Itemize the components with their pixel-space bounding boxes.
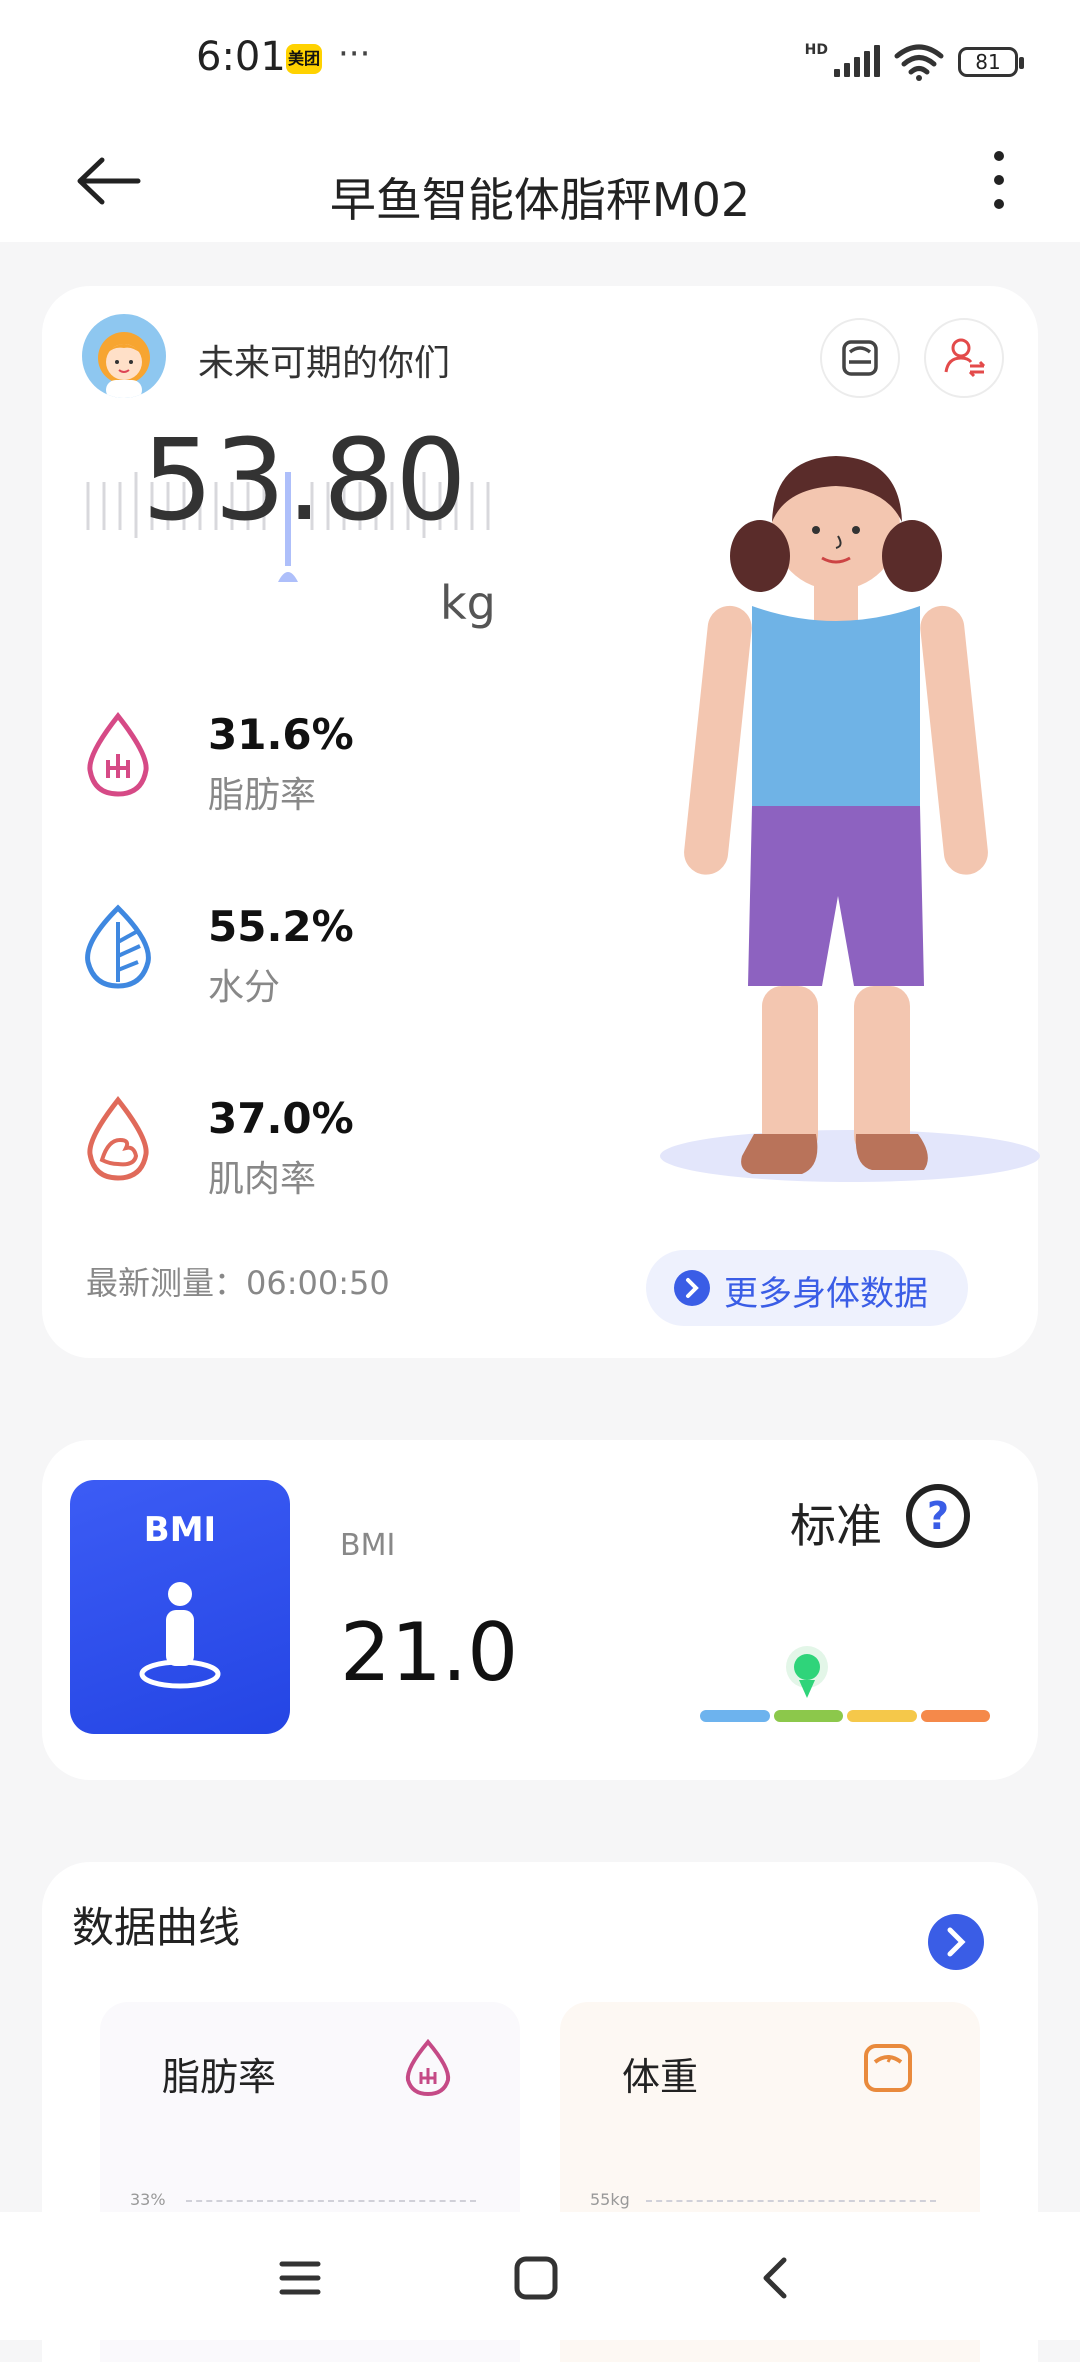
scale-icon: [864, 2044, 912, 2092]
latest-measurement-time: 最新测量：06:00:50: [86, 1264, 390, 1302]
bmi-scale-segment: [847, 1710, 917, 1722]
weight-value: 53.80: [142, 416, 468, 546]
bmi-tile-label: BMI: [143, 1510, 217, 1550]
home-icon[interactable]: [506, 2248, 566, 2308]
curve-gridline: [186, 2200, 476, 2202]
curve-gridline: [646, 2200, 936, 2202]
chevron-right-icon: [947, 1927, 966, 1957]
metric-value: 37.0%: [208, 1094, 354, 1143]
bmi-value: 21.0: [340, 1606, 519, 1699]
switch-user-icon: [944, 338, 986, 378]
bmi-marker-icon: [786, 1646, 829, 1698]
weight-unit: kg: [440, 576, 496, 630]
metric-body-fat[interactable]: 31.6% 脂肪率: [78, 710, 418, 840]
signal-icon: [834, 45, 880, 77]
bmi-status: 标准: [790, 1499, 882, 1553]
fat-drop-icon: [87, 711, 149, 797]
metric-label: 肌肉率: [208, 1159, 317, 1200]
help-icon[interactable]: ?: [906, 1484, 970, 1548]
metric-value: 31.6%: [208, 710, 354, 759]
more-body-data-button[interactable]: 更多身体数据: [646, 1250, 968, 1326]
chevron-right-icon: [674, 1270, 710, 1306]
curve-card-title: 脂肪率: [162, 2055, 277, 2099]
metric-water[interactable]: 55.2% 水分: [78, 902, 418, 1032]
curve-section-title: 数据曲线: [72, 1903, 241, 1952]
bmi-tile: BMI: [70, 1480, 290, 1734]
bmi-scale-bar: [700, 1710, 990, 1722]
fat-drop-icon: [405, 2038, 451, 2097]
curve-tick-label: 33%: [130, 2190, 166, 2209]
wifi-icon: [894, 44, 944, 81]
app-bar: 早鱼智能体脂秤M02: [0, 120, 1080, 242]
status-time: 6:01: [196, 34, 286, 80]
more-vertical-icon[interactable]: [974, 144, 1024, 216]
curve-card-title: 体重: [622, 2055, 699, 2099]
body-figure-illustration: [660, 456, 1040, 1182]
user-avatar[interactable]: [82, 314, 166, 398]
menu-icon[interactable]: [270, 2248, 330, 2308]
muscle-drop-icon: [87, 1095, 149, 1181]
metric-label: 脂肪率: [208, 775, 317, 816]
username: 未来可期的你们: [198, 343, 451, 384]
person-standing-icon: [139, 1582, 221, 1689]
switch-user-button[interactable]: [924, 318, 1004, 398]
curve-tick-label: 55kg: [590, 2190, 630, 2209]
back-icon[interactable]: [746, 2248, 806, 2308]
bmi-scale-segment: [920, 1710, 990, 1722]
hd-indicator: HD: [804, 42, 828, 58]
status-bar: 6:01 美团 ··· HD 81: [0, 0, 1080, 120]
system-nav-bar: [0, 2212, 1080, 2340]
bmi-scale-segment: [773, 1710, 843, 1722]
scale-icon: [842, 340, 878, 376]
bmi-card[interactable]: BMI BMI 21.0 标准 ?: [42, 1440, 1038, 1780]
metric-muscle[interactable]: 37.0% 肌肉率: [78, 1094, 418, 1224]
battery-icon: 81: [958, 47, 1024, 77]
curve-more-button[interactable]: [928, 1914, 984, 1970]
water-leaf-icon: [85, 904, 151, 989]
more-notifications-icon: ···: [338, 34, 371, 74]
more-body-data-label: 更多身体数据: [724, 1274, 928, 1314]
metric-label: 水分: [208, 967, 281, 1008]
scale-device-button[interactable]: [820, 318, 900, 398]
status-indicators: HD 81: [804, 40, 1024, 84]
girl-avatar-icon: [98, 332, 150, 398]
bmi-scale-segment: [700, 1710, 770, 1722]
page-title: 早鱼智能体脂秤M02: [329, 173, 751, 227]
meituan-app-icon: 美团: [286, 44, 322, 74]
bmi-label: BMI: [340, 1528, 396, 1563]
metric-value: 55.2%: [208, 902, 354, 951]
body-data-card: 未来可期的你们 53.80 kg 31.6% 脂肪率 55.2% 水分 37.0…: [42, 286, 1040, 1358]
